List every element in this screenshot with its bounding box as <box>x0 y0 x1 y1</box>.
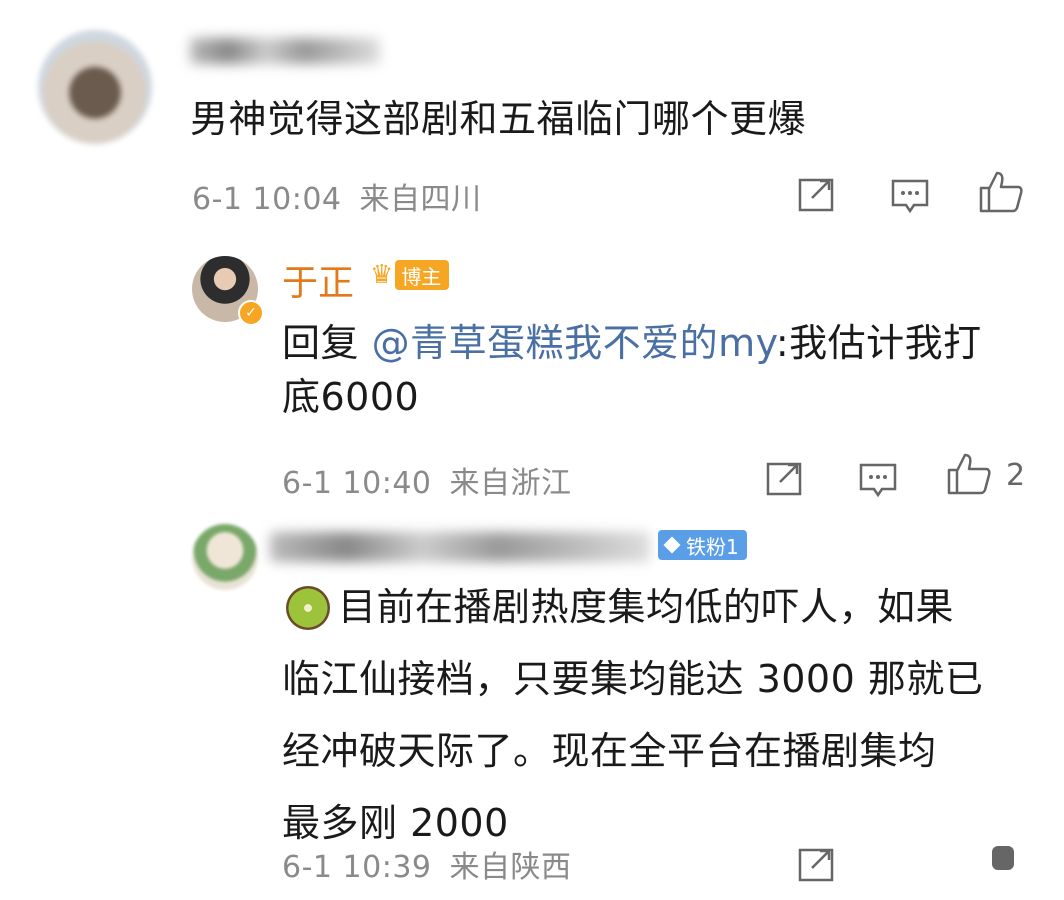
fan-badge: 铁粉1 <box>658 530 747 560</box>
reply-meta: 6-1 10:40 来自浙江 <box>282 458 572 502</box>
fan-badge-box: 铁粉1 <box>658 530 747 560</box>
fan-name-blurred[interactable] <box>270 532 650 562</box>
reply-text: 回复 @青草蛋糕我不爱的my:我估计我打 底6000 <box>282 316 982 424</box>
host-badge: ♛ 博主 <box>370 260 450 290</box>
share-icon[interactable] <box>798 846 836 882</box>
reply-text-line1: :我估计我打 <box>775 321 982 365</box>
share-icon[interactable] <box>798 176 836 212</box>
like-icon[interactable] <box>978 170 1024 214</box>
author-name[interactable]: 于正 <box>282 254 354 306</box>
fan-meta: 6-1 10:39 来自陕西 <box>282 842 572 886</box>
fan-comment-line: 临江仙接档，只要集均能达 3000 那就已 <box>282 657 984 701</box>
fan-time: 6-1 10:39 <box>282 850 432 885</box>
comment-time: 6-1 10:04 <box>192 182 342 217</box>
reply-prefix: 回复 <box>282 321 360 365</box>
fan-comment-line: 经冲破天际了。现在全平台在播剧集均 <box>282 729 937 773</box>
reply-location: 来自浙江 <box>449 466 572 501</box>
commenter-name-blurred[interactable] <box>190 38 380 64</box>
diamond-icon <box>663 536 681 554</box>
verified-icon: ✓ <box>238 300 264 326</box>
fan-comment-text: 目前在播剧热度集均低的吓人，如果 临江仙接档，只要集均能达 3000 那就已 经… <box>282 580 983 850</box>
watermark-logo <box>992 846 1014 870</box>
like-count: 2 <box>1006 458 1026 493</box>
share-icon[interactable] <box>766 460 804 496</box>
fan-location: 来自陕西 <box>449 850 572 885</box>
fan-avatar[interactable] <box>192 524 258 590</box>
fan-badge-label: 铁粉1 <box>686 534 739 559</box>
comment-icon[interactable] <box>858 462 898 498</box>
fan-comment-line: 目前在播剧热度集均低的吓人，如果 <box>338 585 955 629</box>
host-badge-label: 博主 <box>395 260 450 290</box>
mention-link[interactable]: @青草蛋糕我不爱的my <box>372 321 776 365</box>
comment-location: 来自四川 <box>359 182 482 217</box>
reply-time: 6-1 10:40 <box>282 466 432 501</box>
like-icon[interactable] <box>946 452 992 496</box>
reply-text-line2: 底6000 <box>282 375 420 419</box>
comment-text: 男神觉得这部剧和五福临门哪个更爆 <box>190 97 807 141</box>
commenter-avatar[interactable] <box>38 30 152 144</box>
comment-meta: 6-1 10:04 来自四川 <box>192 174 482 218</box>
crown-icon: ♛ <box>370 260 394 290</box>
comment-icon[interactable] <box>890 178 930 214</box>
